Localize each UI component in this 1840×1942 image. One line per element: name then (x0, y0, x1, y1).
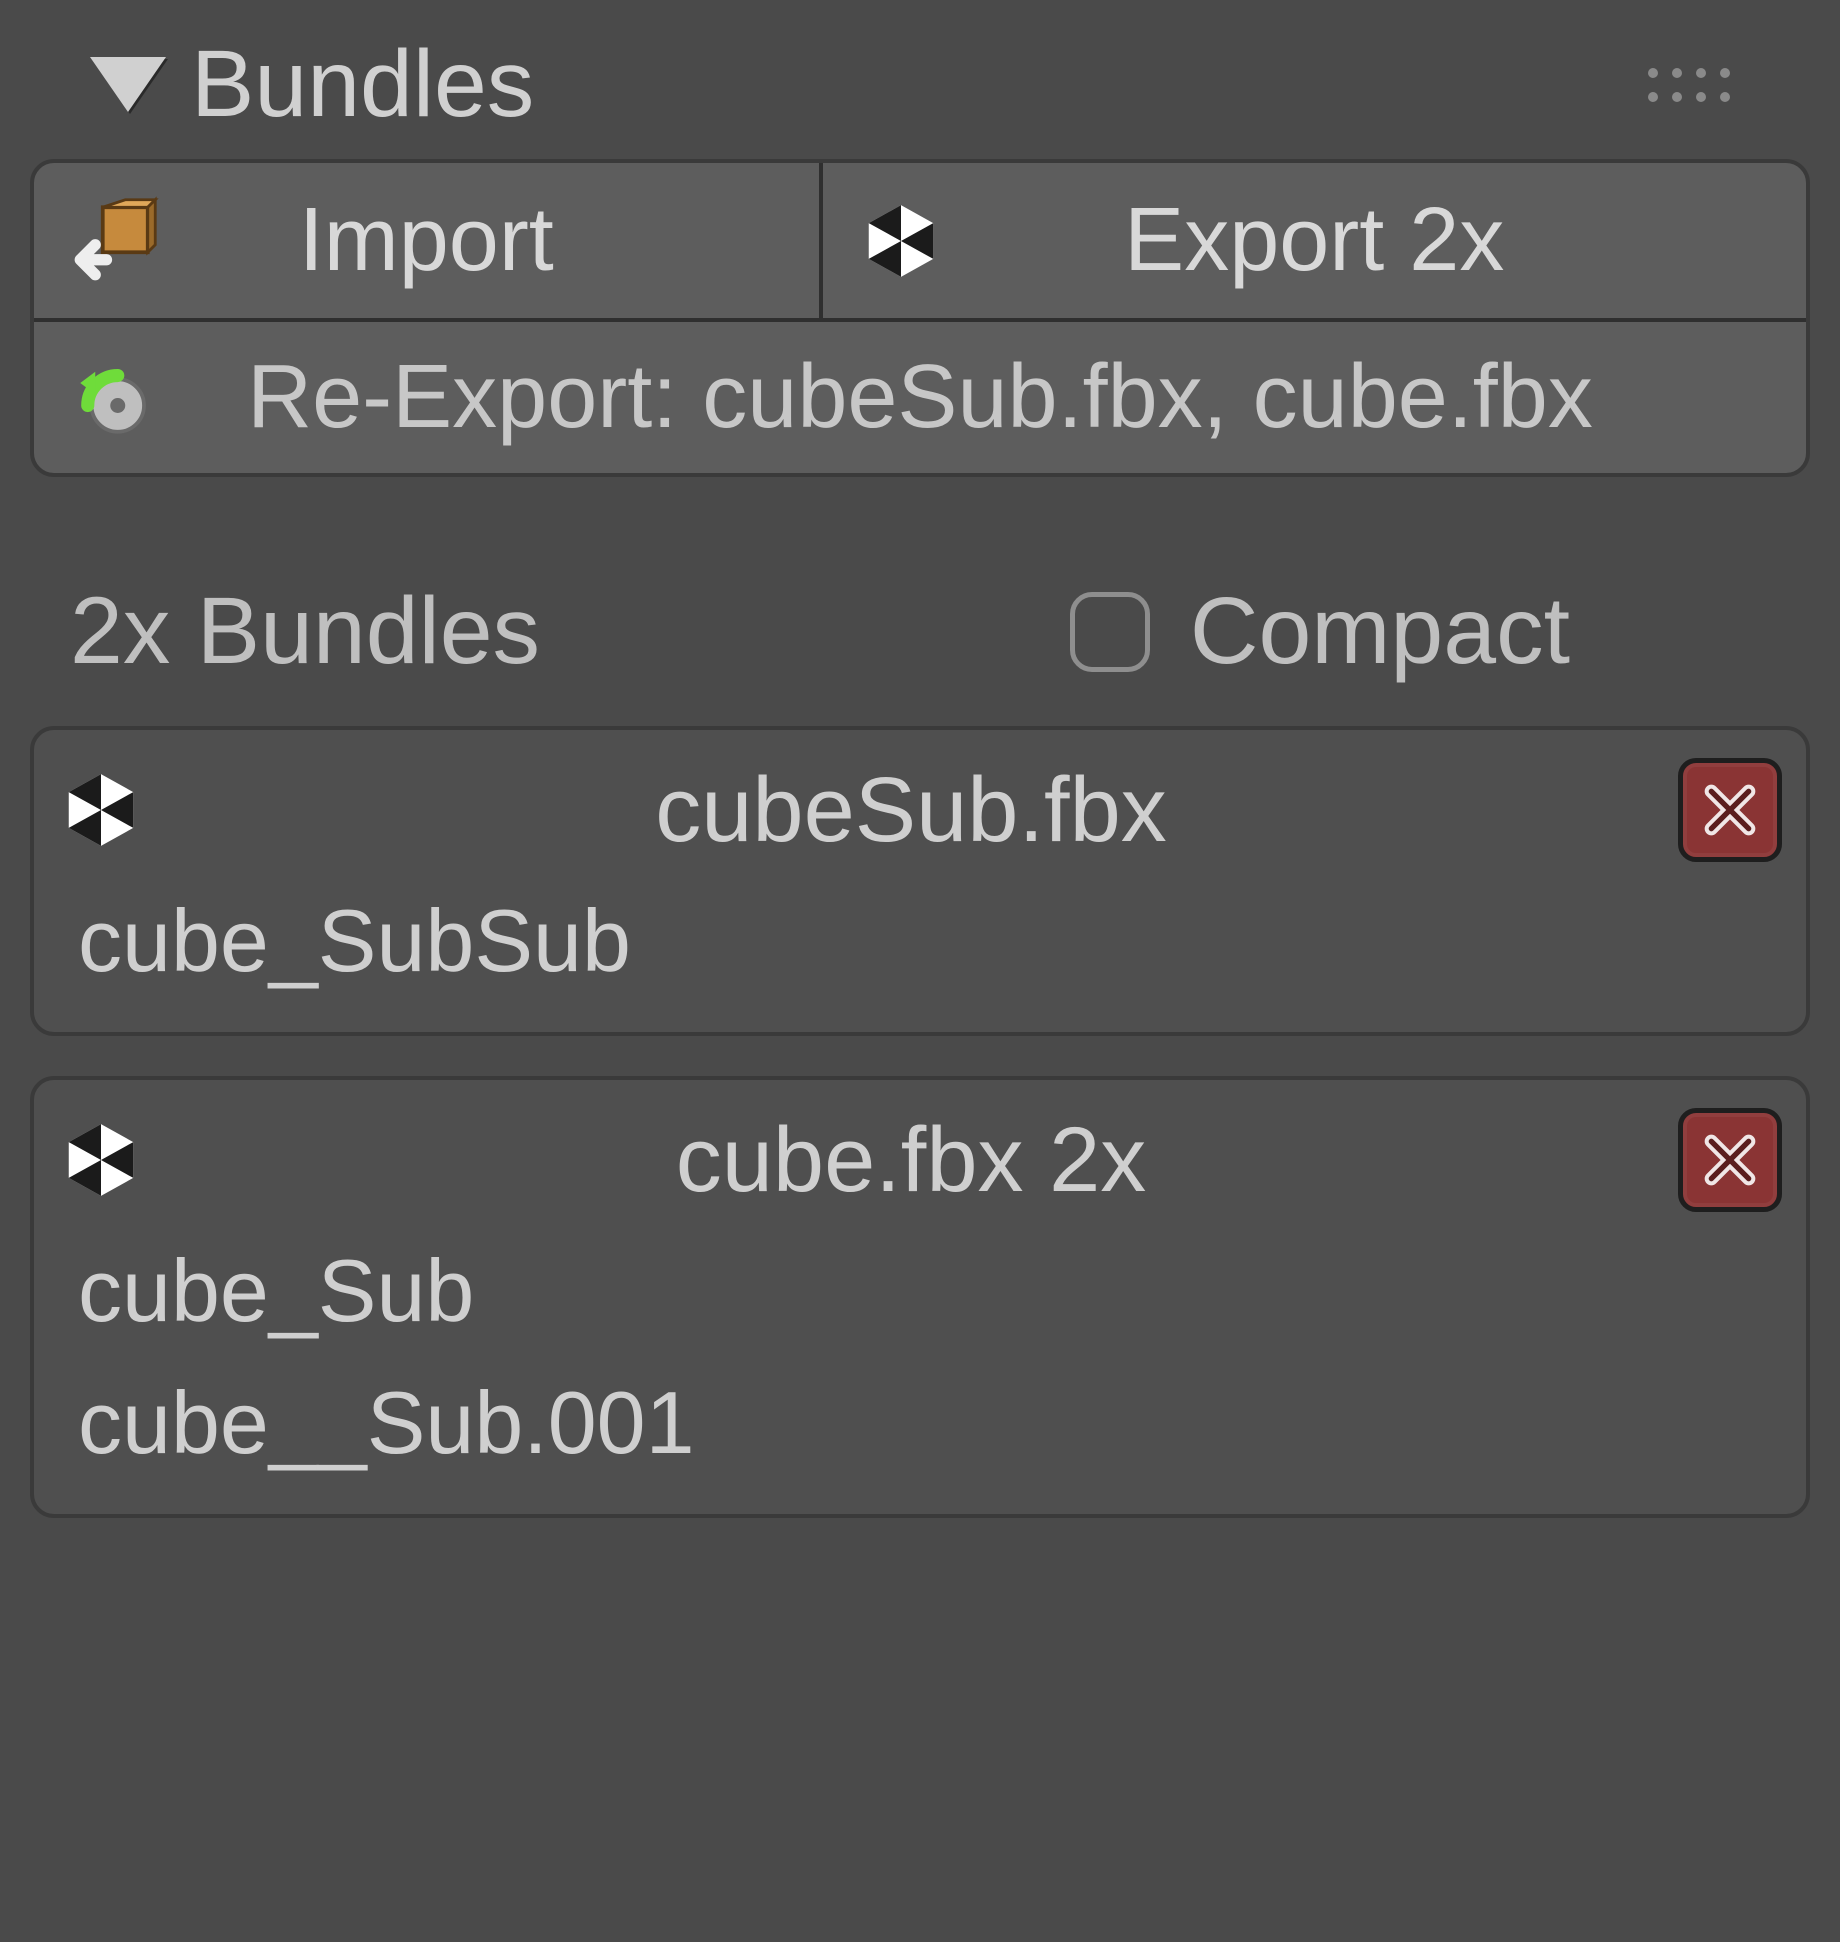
unity-icon (58, 767, 144, 853)
refresh-icon (69, 353, 159, 443)
bundles-panel: Bundles Import (0, 0, 1840, 1588)
bundle-item[interactable]: cube_SubSub (58, 870, 1782, 1002)
unity-icon (58, 1117, 144, 1203)
collapse-triangle-icon[interactable] (90, 57, 166, 112)
export-label: Export 2x (1124, 189, 1504, 292)
unity-icon (858, 198, 944, 284)
import-label: Import (299, 189, 554, 292)
bundle-item[interactable]: cube_Sub (58, 1220, 1782, 1352)
export-button[interactable]: Export 2x (823, 163, 1806, 318)
close-x-icon (1698, 1128, 1762, 1192)
panel-header[interactable]: Bundles (30, 30, 1810, 159)
bundle-count-label: 2x Bundles (70, 577, 540, 686)
reexport-label: Re-Export: cubeSub.fbx, cube.fbx (34, 346, 1806, 449)
compact-checkbox[interactable] (1070, 592, 1150, 672)
toolbar: Import Export 2x (30, 159, 1810, 477)
delete-bundle-button[interactable] (1678, 1108, 1782, 1212)
compact-label: Compact (1190, 577, 1570, 686)
bundle-filename: cube.fbx 2x (174, 1108, 1648, 1213)
delete-bundle-button[interactable] (1678, 758, 1782, 862)
bundle-box: cube.fbx 2x cube_Sub cube__Sub.001 (30, 1076, 1810, 1518)
bundle-filename: cubeSub.fbx (174, 758, 1648, 863)
bundle-header[interactable]: cubeSub.fbx (58, 750, 1782, 870)
panel-title: Bundles (191, 30, 534, 139)
bundle-box: cubeSub.fbx cube_SubSub (30, 726, 1810, 1036)
package-import-icon (69, 196, 159, 286)
drag-grip-icon[interactable] (1648, 68, 1730, 102)
bundle-item[interactable]: cube__Sub.001 (58, 1352, 1782, 1484)
bundles-section-row: 2x Bundles Compact (30, 557, 1810, 726)
import-button[interactable]: Import (34, 163, 823, 318)
bundle-header[interactable]: cube.fbx 2x (58, 1100, 1782, 1220)
toolbar-row-1: Import Export 2x (34, 163, 1806, 318)
reexport-button[interactable]: Re-Export: cubeSub.fbx, cube.fbx (34, 318, 1806, 473)
close-x-icon (1698, 778, 1762, 842)
bundle-list: cubeSub.fbx cube_SubSub (30, 726, 1810, 1518)
compact-toggle[interactable]: Compact (1070, 577, 1570, 686)
